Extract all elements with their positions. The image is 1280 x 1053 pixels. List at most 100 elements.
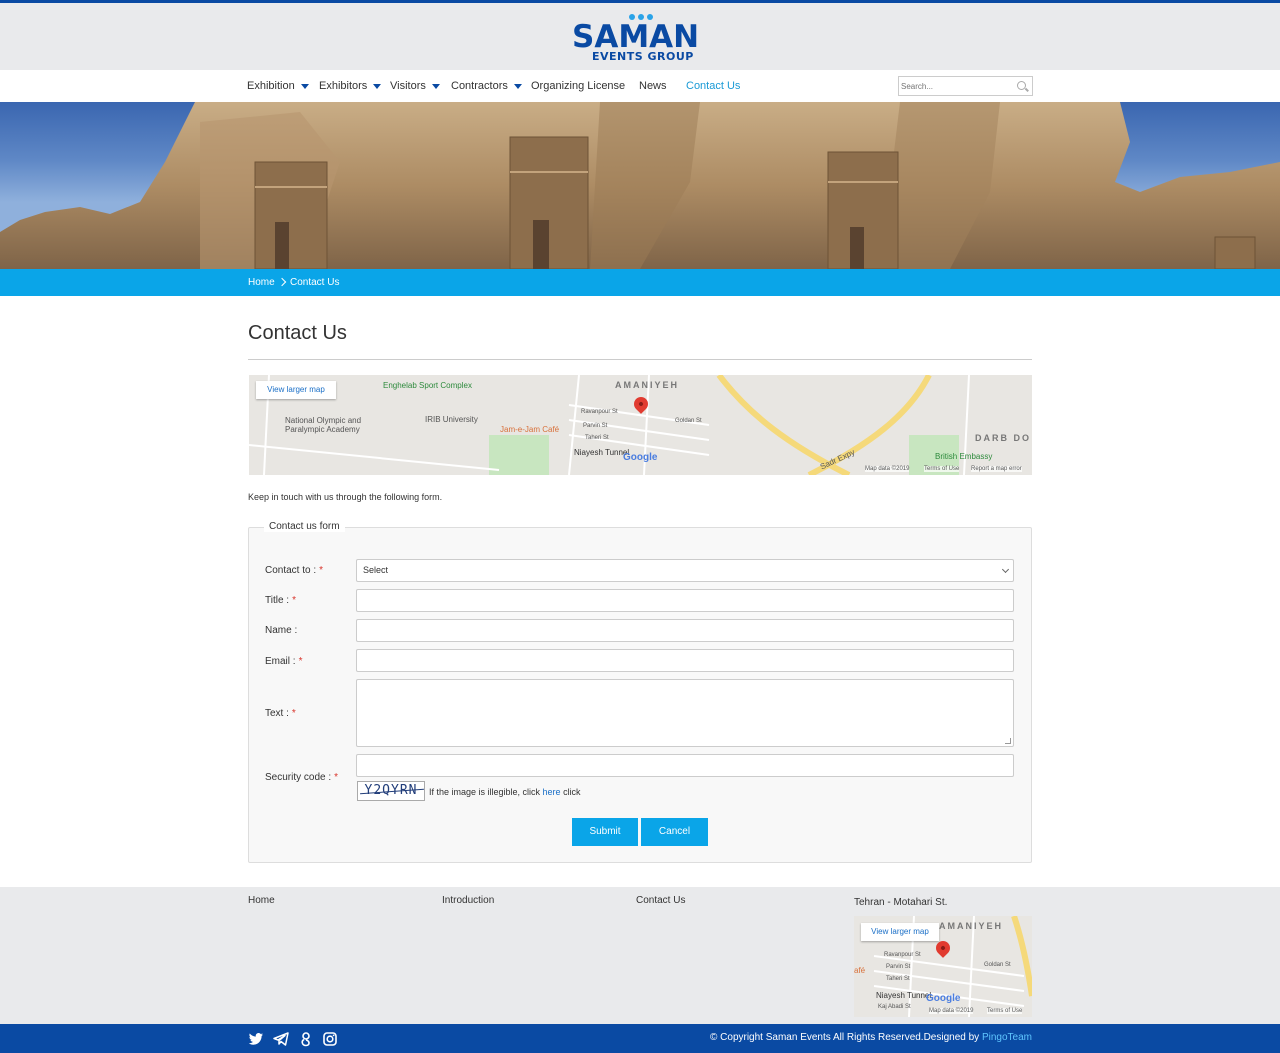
nav-item-exhibitors[interactable]: Exhibitors (319, 70, 382, 102)
map-label: Ravanpour St (884, 952, 921, 958)
page-title: Contact Us (248, 322, 347, 344)
resize-grip-icon[interactable] (1005, 738, 1011, 744)
footer-link-contact-us[interactable]: Contact Us (636, 895, 685, 906)
text-label: Text : * (265, 708, 296, 719)
map-report-link[interactable]: Report a map error (971, 466, 1022, 472)
footer-view-larger-map-link[interactable]: View larger map (861, 923, 939, 941)
chevron-down-icon (1001, 565, 1010, 574)
google-plus-icon[interactable] (298, 1031, 314, 1047)
footer-address: Tehran - Motahari St. (854, 897, 948, 908)
cancel-button[interactable]: Cancel (641, 818, 708, 846)
designer-link[interactable]: PingoTeam (982, 1032, 1032, 1043)
map-label: Ravanpour St (581, 409, 618, 415)
google-logo: Google (926, 993, 961, 1004)
footer-link-introduction[interactable]: Introduction (442, 895, 494, 906)
form-legend: Contact us form (264, 521, 345, 532)
map-label: Taheri St (886, 976, 910, 982)
chevron-right-icon (277, 277, 287, 287)
nav-label: Visitors (390, 80, 426, 92)
breadcrumb-home[interactable]: Home (248, 269, 275, 296)
map-terms-link[interactable]: Terms of Use (987, 1008, 1023, 1014)
site-logo[interactable]: SAMAN EVENTS GROUP (572, 14, 710, 63)
contact-to-label: Contact to : * (265, 565, 324, 576)
map-label: Niayesh Tunnel (574, 448, 630, 457)
breadcrumb-current: Contact Us (290, 277, 340, 288)
map-label: Goldan St (984, 962, 1011, 968)
map-label: Taheri St (585, 435, 609, 441)
caret-down-icon (300, 83, 309, 89)
search-icon[interactable] (1017, 81, 1026, 90)
twitter-icon[interactable] (248, 1031, 264, 1047)
google-logo: Google (623, 452, 658, 463)
footer-link-home[interactable]: Home (248, 895, 275, 906)
map-label: AMANIYEH (939, 921, 1004, 931)
map-label: Parvin St (886, 964, 911, 970)
site-footer (0, 887, 1280, 1024)
logo-wordmark: SAMAN (572, 19, 700, 55)
rock-tombs-image (0, 102, 1280, 269)
map-label: afé (854, 966, 866, 975)
nav-item-organizing-license[interactable]: Organizing License (531, 70, 625, 102)
map-label: Goldan St (675, 418, 702, 424)
nav-item-news[interactable]: News (639, 70, 667, 102)
map-label: National Olympic and Paralympic Academy (285, 416, 362, 434)
title-divider (248, 359, 1032, 360)
copyright-text: © Copyright Saman Events All Rights Rese… (710, 1032, 1032, 1043)
map-label: Kaj Abadi St (878, 1004, 911, 1010)
breadcrumb: Home Contact Us (0, 269, 1280, 296)
name-label: Name : (265, 625, 298, 636)
nav-item-exhibition[interactable]: Exhibition (247, 70, 309, 102)
map-label: Jam-e-Jam Café (500, 425, 560, 434)
logo-figure-icon (629, 14, 635, 20)
caret-down-icon (431, 83, 440, 89)
map-terms-link[interactable]: Terms of Use (924, 466, 960, 472)
search-box (898, 76, 1033, 96)
nav-label: Organizing License (531, 80, 626, 92)
email-input[interactable] (356, 649, 1014, 672)
name-input[interactable] (356, 619, 1014, 642)
map-label: DARB DO (975, 433, 1031, 443)
title-input[interactable] (356, 589, 1014, 612)
logo-figure-icon (638, 14, 644, 20)
nav-item-contact-us[interactable]: Contact Us (686, 70, 740, 102)
captcha-refresh-link[interactable]: here (543, 787, 561, 797)
map-data-note: Map data ©2019 (929, 1008, 974, 1014)
email-label: Email : * (265, 656, 303, 667)
nav-label: Exhibitors (319, 80, 368, 92)
map-label: IRIB University (425, 415, 478, 424)
intro-text: Keep in touch with us through the follow… (248, 492, 443, 502)
caret-down-icon (373, 83, 382, 89)
telegram-icon[interactable] (273, 1031, 289, 1047)
nav-item-visitors[interactable]: Visitors (390, 70, 440, 102)
logo-subtitle: EVENTS GROUP (592, 50, 694, 63)
title-label: Title : * (265, 595, 296, 606)
captcha-image: Y2QYRN (357, 781, 425, 801)
map-data-note: Map data ©2019 (865, 466, 910, 472)
logo-figure-icon (647, 14, 653, 20)
view-larger-map-link[interactable]: View larger map (256, 381, 336, 399)
security-code-label: Security code : * (265, 772, 339, 783)
text-textarea[interactable] (356, 679, 1014, 747)
bottom-bar (0, 1024, 1280, 1053)
search-input[interactable] (901, 79, 1011, 93)
caret-down-icon (513, 83, 522, 89)
map-label: British Embassy (935, 452, 993, 461)
hero-banner (0, 102, 1280, 269)
contact-to-select[interactable]: Select (356, 559, 1014, 582)
nav-item-contractors[interactable]: Contractors (451, 70, 522, 102)
main-nav: Exhibition Exhibitors Visitors Contracto… (0, 70, 1280, 102)
map-label: AMANIYEH (615, 380, 680, 390)
site-header: SAMAN EVENTS GROUP (0, 3, 1280, 70)
map-label: Enghelab Sport Complex (383, 381, 472, 390)
nav-label: Exhibition (247, 80, 295, 92)
submit-button[interactable]: Submit (572, 818, 638, 846)
nav-label: Contractors (451, 80, 508, 92)
map-label: Parvin St (583, 423, 608, 429)
map-label: Niayesh Tunnel (876, 991, 932, 1000)
instagram-icon[interactable] (322, 1031, 338, 1047)
nav-label: News (639, 80, 667, 92)
security-code-input[interactable] (356, 754, 1014, 777)
location-map[interactable]: View larger map Enghelab Sport Complex A… (249, 375, 1032, 475)
captcha-note: If the image is illegible, click here cl… (429, 787, 581, 797)
footer-map[interactable]: View larger map AMANIYEH Ravanpour St Pa… (854, 916, 1032, 1017)
